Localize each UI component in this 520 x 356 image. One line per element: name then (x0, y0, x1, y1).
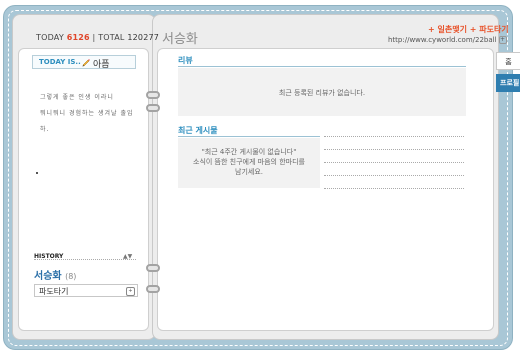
posts-empty-line: 남기세요. (235, 168, 263, 176)
review-empty-box: 최근 등록된 리뷰가 없습니다. (178, 68, 466, 116)
expand-icon[interactable]: + (126, 287, 135, 296)
surf-select-value: 파도타기 (39, 287, 69, 296)
owner-name-text: 서승화 (34, 271, 62, 282)
counter-divider: | (92, 33, 96, 42)
review-title[interactable]: 리뷰 (178, 55, 193, 66)
posts-rule (178, 136, 320, 137)
url-text: http://www.cyworld.com/22ball (388, 36, 497, 44)
recent-posts-title[interactable]: 최근 게시물 (178, 125, 218, 136)
total-label: TOTAL (98, 33, 125, 42)
tab-home[interactable]: 홈 (496, 52, 520, 70)
review-empty-text: 최근 등록된 리뷰가 없습니다. (278, 89, 366, 97)
url-plus-icon[interactable]: + (498, 36, 507, 44)
intro-text: 그렇게 좋은 인생 이라니 뭐니뭐니 경험하는 생겨날 출입하. (40, 90, 136, 138)
post-list-line (324, 162, 464, 163)
tab-profile[interactable]: 프로필 (496, 74, 520, 92)
intro-line: 그렇게 좋은 인생 이라니 (40, 94, 114, 101)
posts-empty-text: "최근 4주간 게시물이 없습니다" 소식이 뜸한 친구에게 마음의 한마디를 … (178, 147, 320, 177)
owner-name: 서승화 (8) (34, 267, 76, 282)
post-list-line (324, 188, 464, 189)
today-is-label: TODAY IS.. (39, 58, 81, 66)
posts-empty-box: "최근 4주간 게시물이 없습니다" 소식이 뜸한 친구에게 마음의 한마디를 … (178, 138, 320, 188)
history-divider (34, 259, 136, 260)
surf-link[interactable]: + 파도타기 (470, 25, 509, 34)
today-label: TODAY (36, 33, 64, 42)
add-friend-link[interactable]: + 일촌맺기 (428, 25, 467, 34)
top-links: + 일촌맺기 + 파도타기 (428, 24, 509, 35)
binder-ring (146, 264, 160, 272)
posts-empty-line: "최근 4주간 게시물이 없습니다" (201, 148, 297, 156)
binder-ring (146, 104, 160, 112)
post-list-line (324, 175, 464, 176)
minihompy-frame: TODAY 6126 | TOTAL 120277 서승화 + 일촌맺기 + 파… (0, 0, 520, 356)
today-count: 6126 (66, 33, 90, 42)
visitor-counter: TODAY 6126 | TOTAL 120277 (36, 33, 159, 42)
minihompy-title: 서승화 (162, 32, 198, 47)
posts-empty-line: 소식이 뜸한 친구에게 마음의 한마디를 (193, 158, 305, 166)
intro-line: 뭐니뭐니 경험하는 생겨날 출입하. (40, 110, 134, 133)
total-count: 120277 (127, 33, 160, 42)
post-list-line (324, 136, 464, 137)
today-is-box: TODAY IS.. 아픔 (32, 55, 136, 70)
homepage-url[interactable]: http://www.cyworld.com/22ball + (388, 36, 507, 44)
binder-ring (146, 91, 160, 99)
bullet-dot (36, 172, 38, 174)
review-rule (178, 66, 466, 67)
mood-value: 아픔 (93, 60, 110, 70)
pencil-icon (82, 59, 90, 67)
owner-count: (8) (65, 272, 77, 281)
post-list-line (324, 149, 464, 150)
binder-ring (146, 285, 160, 293)
surf-select[interactable]: 파도타기 + (34, 284, 138, 297)
